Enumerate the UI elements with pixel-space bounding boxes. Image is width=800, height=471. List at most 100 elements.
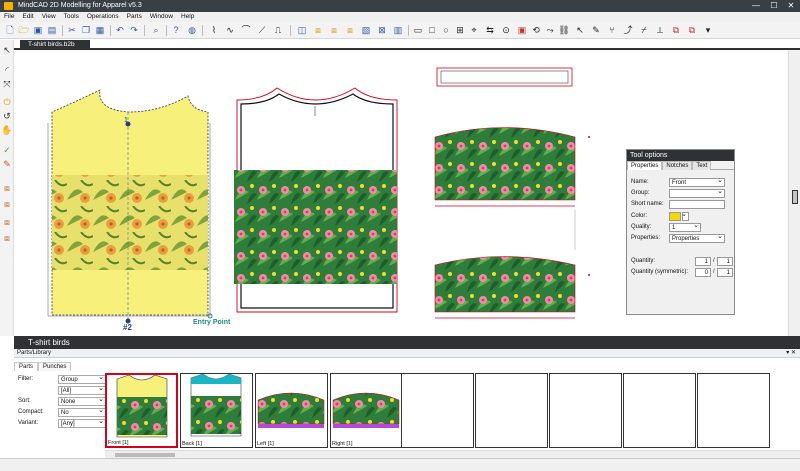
open-folder-icon[interactable]: 🗁 <box>18 24 30 36</box>
link-tool-icon[interactable]: ⛓ <box>558 24 570 36</box>
menu-edit[interactable]: Edit <box>18 12 37 22</box>
spline-tool-icon[interactable]: ∿ <box>224 24 236 36</box>
hand-icon[interactable]: ✋ <box>1 124 13 136</box>
branch-tool-icon[interactable]: ⑂ <box>606 24 618 36</box>
color-swatch[interactable] <box>669 212 681 221</box>
marker-tool-icon[interactable]: ⧉ <box>686 24 698 36</box>
arc-tool-icon[interactable]: ⌒ <box>240 24 252 36</box>
part-thumbnail-front[interactable]: Front [1] <box>105 373 178 448</box>
line-tool-icon[interactable]: ⟋ <box>256 24 268 36</box>
piece-tool-1-icon[interactable]: ◫ <box>296 24 308 36</box>
cut-icon[interactable]: ✂ <box>66 24 78 36</box>
menu-operations[interactable]: Operations <box>83 12 123 22</box>
back-piece[interactable] <box>234 87 398 313</box>
lasso-icon[interactable]: ◜ <box>1 64 13 76</box>
save-icon[interactable]: ▣ <box>32 24 44 36</box>
help-icon[interactable]: ? <box>170 24 182 36</box>
new-file-icon[interactable]: 🗋 <box>4 24 16 36</box>
maximize-button[interactable]: ☐ <box>766 0 782 12</box>
check-icon[interactable]: ✓ <box>1 144 13 156</box>
notch-tool-icon[interactable]: ⧉ <box>670 24 682 36</box>
piece-tool-6-icon[interactable]: ⊠ <box>376 24 388 36</box>
menu-file[interactable]: File <box>0 12 18 22</box>
rotate-tool-icon[interactable]: ⟲ <box>530 24 542 36</box>
more-tools-icon[interactable]: ▾ <box>702 24 714 36</box>
panel-pin-close-icon[interactable]: ▾ ✕ <box>786 349 796 358</box>
empty-thumbnail-slot[interactable] <box>549 373 622 448</box>
quality-field[interactable]: 1 <box>669 222 701 232</box>
cursor-tool-icon[interactable]: ↖ <box>574 24 586 36</box>
trim-tool-icon[interactable]: ⌿ <box>638 24 650 36</box>
piece-tool-4-icon[interactable]: ⧈ <box>344 24 356 36</box>
tab-notches[interactable]: Notches <box>662 161 693 170</box>
close-button[interactable]: ✕ <box>783 0 799 12</box>
pen-tool-icon[interactable]: ✎ <box>590 24 602 36</box>
empty-thumbnail-slot[interactable] <box>401 373 474 448</box>
filter-select[interactable]: Group <box>58 374 106 384</box>
sort-select[interactable]: None <box>58 396 106 406</box>
vertical-scrollbar[interactable] <box>788 50 800 336</box>
node-tool-icon[interactable]: ⤴ <box>622 24 634 36</box>
group-field[interactable] <box>669 188 725 198</box>
tab-punches[interactable]: Punches <box>38 362 72 371</box>
empty-thumbnail-slot[interactable] <box>475 373 548 448</box>
menu-view[interactable]: View <box>38 12 60 22</box>
export-icon[interactable]: ▤ <box>46 24 58 36</box>
power-icon[interactable]: ⏻ <box>1 96 13 108</box>
menu-help[interactable]: Help <box>177 12 198 22</box>
piece-d-icon[interactable]: ⧈ <box>1 232 13 244</box>
transform-icon[interactable]: ⤧ <box>1 78 13 90</box>
piece-c-icon[interactable]: ⧈ <box>1 216 13 228</box>
short-name-field[interactable] <box>669 200 725 209</box>
part-thumbnail-left[interactable]: Left [1] <box>255 373 328 448</box>
front-piece[interactable] <box>47 89 213 324</box>
menu-window[interactable]: Window <box>146 12 177 22</box>
name-field[interactable]: Front <box>669 177 725 187</box>
properties-field[interactable]: Properties <box>669 233 725 243</box>
paste-icon[interactable]: ▦ <box>94 24 106 36</box>
measure-tool-icon[interactable]: ⌖ <box>468 24 480 36</box>
compact-select[interactable]: No <box>58 407 106 417</box>
piece-tool-2-icon[interactable]: ⧈ <box>312 24 324 36</box>
menu-tools[interactable]: Tools <box>60 12 83 22</box>
circle-tool-icon[interactable]: ○ <box>440 24 452 36</box>
sleeve-top-piece[interactable] <box>434 67 576 207</box>
piece-tool-7-icon[interactable]: ▥ <box>392 24 404 36</box>
thumbnails-scrollbar[interactable] <box>105 450 800 458</box>
copy-icon[interactable]: ❐ <box>80 24 92 36</box>
tab-parts[interactable]: Parts <box>14 362 39 371</box>
piece-tool-5-icon[interactable]: ▧ <box>360 24 372 36</box>
redo-icon[interactable]: ↷ <box>128 24 140 36</box>
split-tool-icon[interactable]: ⟂ <box>654 24 666 36</box>
quantity-a-field[interactable]: 1 <box>695 257 711 266</box>
select-arrow-icon[interactable]: ↖ <box>1 44 13 56</box>
grid-tool-icon[interactable]: ⊞ <box>454 24 466 36</box>
tab-text[interactable]: Text <box>692 161 712 170</box>
quantity-b-field[interactable]: 1 <box>717 257 733 266</box>
point-tool-icon[interactable]: ⊙ <box>500 24 512 36</box>
brush-icon[interactable]: ✎ <box>1 158 13 170</box>
piece-b-icon[interactable]: ⧈ <box>1 198 13 210</box>
menu-parts[interactable]: Parts <box>123 12 146 22</box>
polyline-tool-icon[interactable]: ⎍ <box>272 24 284 36</box>
stamp-tool-icon[interactable]: ▣ <box>516 24 528 36</box>
quantity-sym-a-field[interactable]: 0 <box>695 268 711 277</box>
rotate-left-icon[interactable]: ↺ <box>1 110 13 122</box>
part-thumbnail-back[interactable]: Back [1] <box>180 373 253 448</box>
minimize-button[interactable]: — <box>748 0 764 12</box>
piece-tool-3-icon[interactable]: ⧈ <box>328 24 340 36</box>
curve-tool-icon[interactable]: ⌇ <box>208 24 220 36</box>
piece-a-icon[interactable]: ⧈ <box>1 182 13 194</box>
color-dropdown[interactable] <box>681 211 689 221</box>
square-tool-icon[interactable]: □ <box>426 24 438 36</box>
empty-thumbnail-slot[interactable] <box>697 373 770 448</box>
variant-select[interactable]: [Any] <box>58 418 106 428</box>
part-thumbnail-right[interactable]: Right [1] <box>330 373 403 448</box>
quantity-sym-b-field[interactable]: 1 <box>717 268 733 277</box>
filter-group-select[interactable]: [All] <box>58 385 106 395</box>
undo-icon[interactable]: ↶ <box>114 24 126 36</box>
hook-tool-icon[interactable]: ⤳ <box>544 24 556 36</box>
zoom-icon[interactable]: ⌕ <box>150 24 162 36</box>
globe-icon[interactable]: ◍ <box>186 24 198 36</box>
empty-thumbnail-slot[interactable] <box>623 373 696 448</box>
